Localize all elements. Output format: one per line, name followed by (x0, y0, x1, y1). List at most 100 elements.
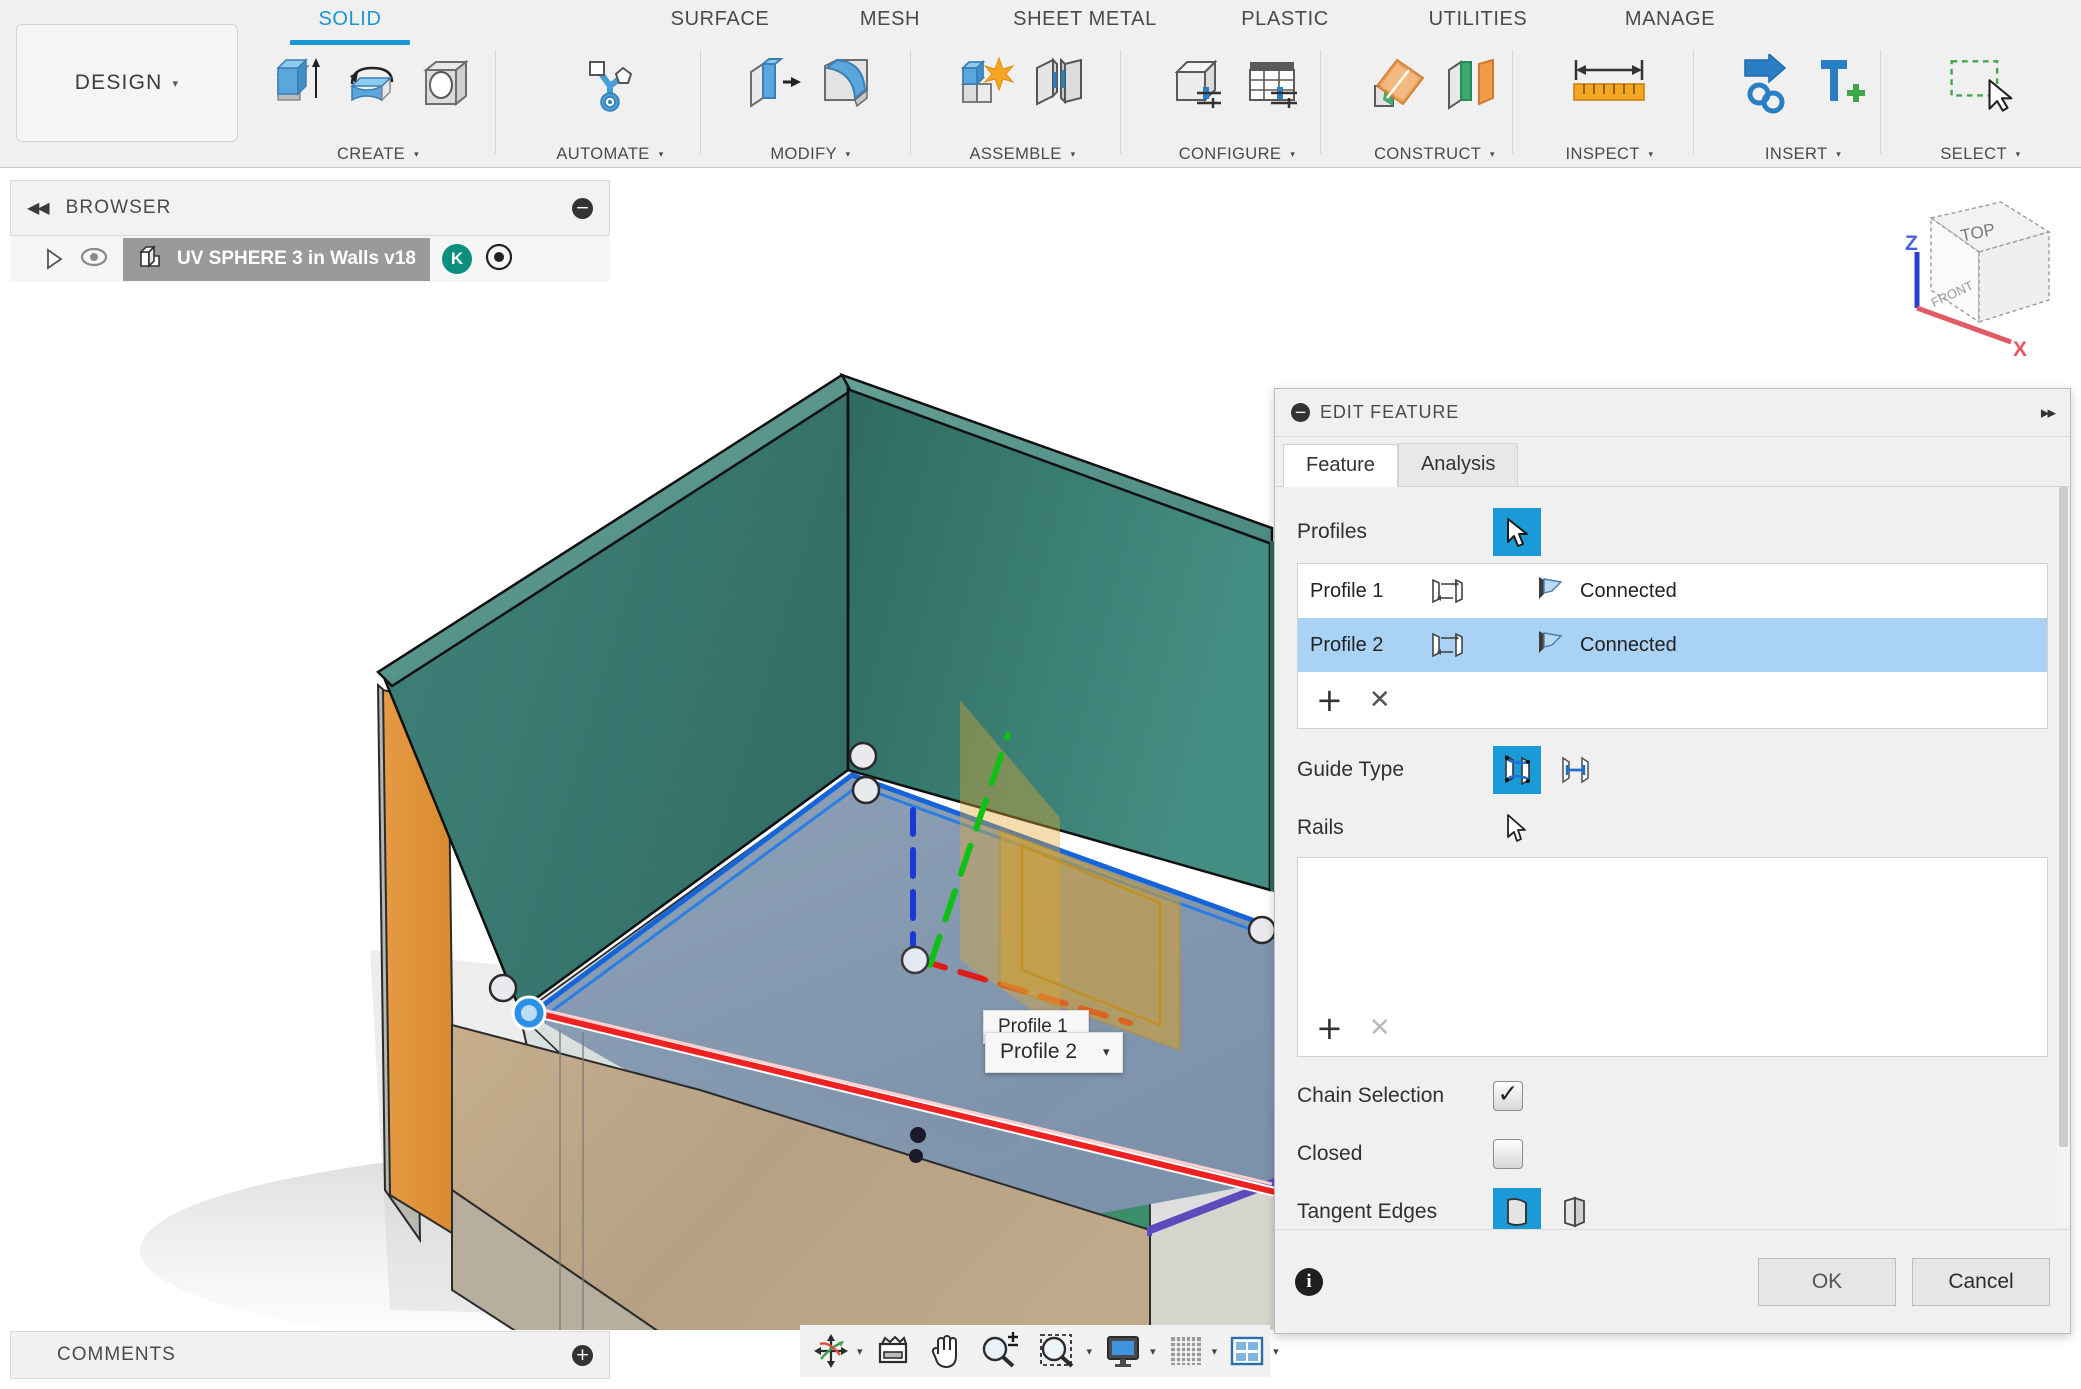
profile-name: Profile 2 (1310, 633, 1384, 656)
loft-section-icon (1428, 575, 1534, 607)
tab-analysis[interactable]: Analysis (1397, 443, 1519, 486)
table-row[interactable]: Profile 1 Connected (1298, 564, 2047, 618)
joint-icon[interactable] (1023, 46, 1097, 124)
dialog-scrollbar[interactable] (2057, 487, 2069, 1227)
add-comment-icon[interactable]: + (572, 1344, 593, 1366)
expand-right-icon[interactable]: ▸▸ (2041, 403, 2056, 423)
tab-mesh[interactable]: MESH (830, 8, 950, 31)
configure-table-icon[interactable] (1237, 46, 1311, 124)
panel-construct-label[interactable]: CONSTRUCT ▾ (1332, 145, 1537, 164)
fillet-icon[interactable] (811, 46, 885, 124)
component-icon (137, 242, 165, 276)
midplane-icon[interactable] (1435, 46, 1509, 124)
collapse-left-icon[interactable]: ◀◀ (27, 198, 50, 218)
tab-manage[interactable]: MANAGE (1580, 8, 1760, 31)
workspace-switcher-button[interactable]: DESIGN ▾ (16, 24, 238, 142)
panel-create-label[interactable]: CREATE ▾ (262, 145, 494, 164)
insert-derive-icon[interactable] (1729, 46, 1803, 124)
remove-rail-button[interactable]: ✕ (1369, 1015, 1391, 1041)
tab-manage-label: MANAGE (1624, 8, 1716, 30)
insert-mcmaster-icon[interactable] (1803, 46, 1877, 124)
tab-plastic[interactable]: PLASTIC (1205, 8, 1365, 31)
add-rail-button[interactable]: + (1316, 1012, 1343, 1044)
browser-title: BROWSER (65, 197, 172, 218)
panel-separator (1880, 50, 1881, 154)
offset-plane-icon[interactable] (1361, 46, 1435, 124)
display-settings-icon[interactable] (1099, 1332, 1147, 1370)
window-selection-icon[interactable] (1944, 46, 2018, 124)
rails-select-cursor-icon[interactable] (1493, 804, 1541, 852)
ok-button[interactable]: OK (1758, 1257, 1896, 1306)
panel-assemble-label[interactable]: ASSEMBLE ▾ (925, 145, 1120, 164)
ribbon-toolbar: DESIGN ▾ SOLID SURFACE MESH SHEET METAL … (0, 0, 2081, 168)
chevron-down-icon: ▾ (1103, 1044, 1110, 1059)
browser-node-uv-sphere-3[interactable]: UV SPHERE 3 in Walls v18 (123, 237, 430, 281)
info-icon[interactable]: i (1295, 1267, 1323, 1296)
orbit-icon[interactable] (808, 1333, 854, 1369)
panel-inspect: INSPECT ▾ (1522, 44, 1697, 166)
panel-select: SELECT ▾ (1888, 44, 2073, 166)
viewports-dropdown-caret[interactable]: ▾ (1273, 1345, 1279, 1358)
automate-icon[interactable] (573, 46, 647, 124)
grid-dropdown-caret[interactable]: ▾ (1212, 1345, 1218, 1358)
expand-triangle-icon[interactable] (46, 248, 63, 270)
cursor-select-icon[interactable] (1493, 508, 1541, 556)
hole-icon[interactable] (410, 46, 484, 124)
display-dropdown-caret[interactable]: ▾ (1150, 1345, 1156, 1358)
zoom-icon[interactable] (976, 1332, 1026, 1370)
minimize-icon[interactable]: − (572, 197, 593, 219)
panel-automate-label[interactable]: AUTOMATE ▾ (520, 145, 700, 164)
grid-snap-icon[interactable] (1163, 1332, 1209, 1370)
panel-separator (1120, 50, 1121, 154)
remove-profile-button[interactable]: ✕ (1369, 687, 1391, 713)
minimize-icon[interactable]: − (1291, 403, 1310, 422)
extrude-icon[interactable] (262, 46, 336, 124)
chevron-down-icon: ▾ (2015, 149, 2021, 159)
tab-sheet-metal-label: SHEET METAL (1013, 8, 1157, 30)
closed-checkbox[interactable] (1493, 1139, 1523, 1169)
chevron-down-icon: ▾ (172, 77, 180, 90)
comments-title: COMMENTS (57, 1344, 176, 1365)
tangent-edges-label: Tangent Edges (1297, 1200, 1438, 1223)
chain-selection-checkbox[interactable]: ✓ (1493, 1081, 1523, 1111)
fit-icon[interactable] (1034, 1332, 1084, 1370)
press-pull-icon[interactable] (737, 46, 811, 124)
tab-sheet-metal[interactable]: SHEET METAL (975, 8, 1195, 31)
panel-insert-label[interactable]: INSERT ▾ (1703, 145, 1903, 164)
activate-target-icon[interactable] (484, 242, 514, 277)
chevron-down-icon: ▾ (1836, 149, 1842, 159)
fit-dropdown-caret[interactable]: ▾ (1087, 1345, 1093, 1358)
panel-separator (910, 50, 911, 154)
new-component-icon[interactable] (949, 46, 1023, 124)
configure-body-icon[interactable] (1163, 46, 1237, 124)
panel-inspect-label[interactable]: INSPECT ▾ (1522, 145, 1697, 164)
viewcube[interactable]: TOP FRONT Z X (1861, 190, 2071, 370)
scrollbar-thumb[interactable] (2059, 487, 2068, 1147)
tab-surface[interactable]: SURFACE (645, 8, 795, 31)
pan-icon[interactable] (922, 1332, 968, 1370)
panel-select-label[interactable]: SELECT ▾ (1888, 145, 2073, 164)
tab-solid[interactable]: SOLID (290, 8, 410, 45)
look-at-icon[interactable] (870, 1333, 916, 1369)
profile-2-dropdown[interactable]: Profile 2 ▾ (985, 1032, 1123, 1073)
browser-tree: UV SPHERE 3 in Walls v18 K (10, 236, 610, 282)
rails-guide-icon[interactable] (1493, 746, 1541, 794)
centerline-guide-icon[interactable] (1551, 746, 1599, 794)
navigation-bar: ▾ ▾ ▾ ▾ ▾ (800, 1325, 1279, 1377)
measure-icon[interactable] (1555, 46, 1665, 124)
revolve-icon[interactable] (336, 46, 410, 124)
tab-utilities[interactable]: UTILITIES (1388, 8, 1568, 31)
orbit-dropdown-caret[interactable]: ▾ (857, 1345, 863, 1358)
add-profile-button[interactable]: + (1316, 684, 1343, 716)
cancel-button[interactable]: Cancel (1912, 1257, 2050, 1306)
viewports-icon[interactable] (1224, 1332, 1270, 1370)
panel-configure-label[interactable]: CONFIGURE ▾ (1132, 145, 1342, 164)
eye-icon[interactable] (79, 246, 109, 273)
chevron-down-icon: ▾ (1648, 149, 1654, 159)
panel-modify-label[interactable]: MODIFY ▾ (718, 145, 903, 164)
tab-feature[interactable]: Feature (1283, 444, 1398, 487)
k-badge[interactable]: K (442, 244, 472, 274)
table-row[interactable]: Profile 2 Connected (1298, 618, 2047, 672)
rails-listbox[interactable]: + ✕ (1297, 857, 2048, 1057)
browser-panel-header: ◀◀ BROWSER − (10, 180, 610, 236)
